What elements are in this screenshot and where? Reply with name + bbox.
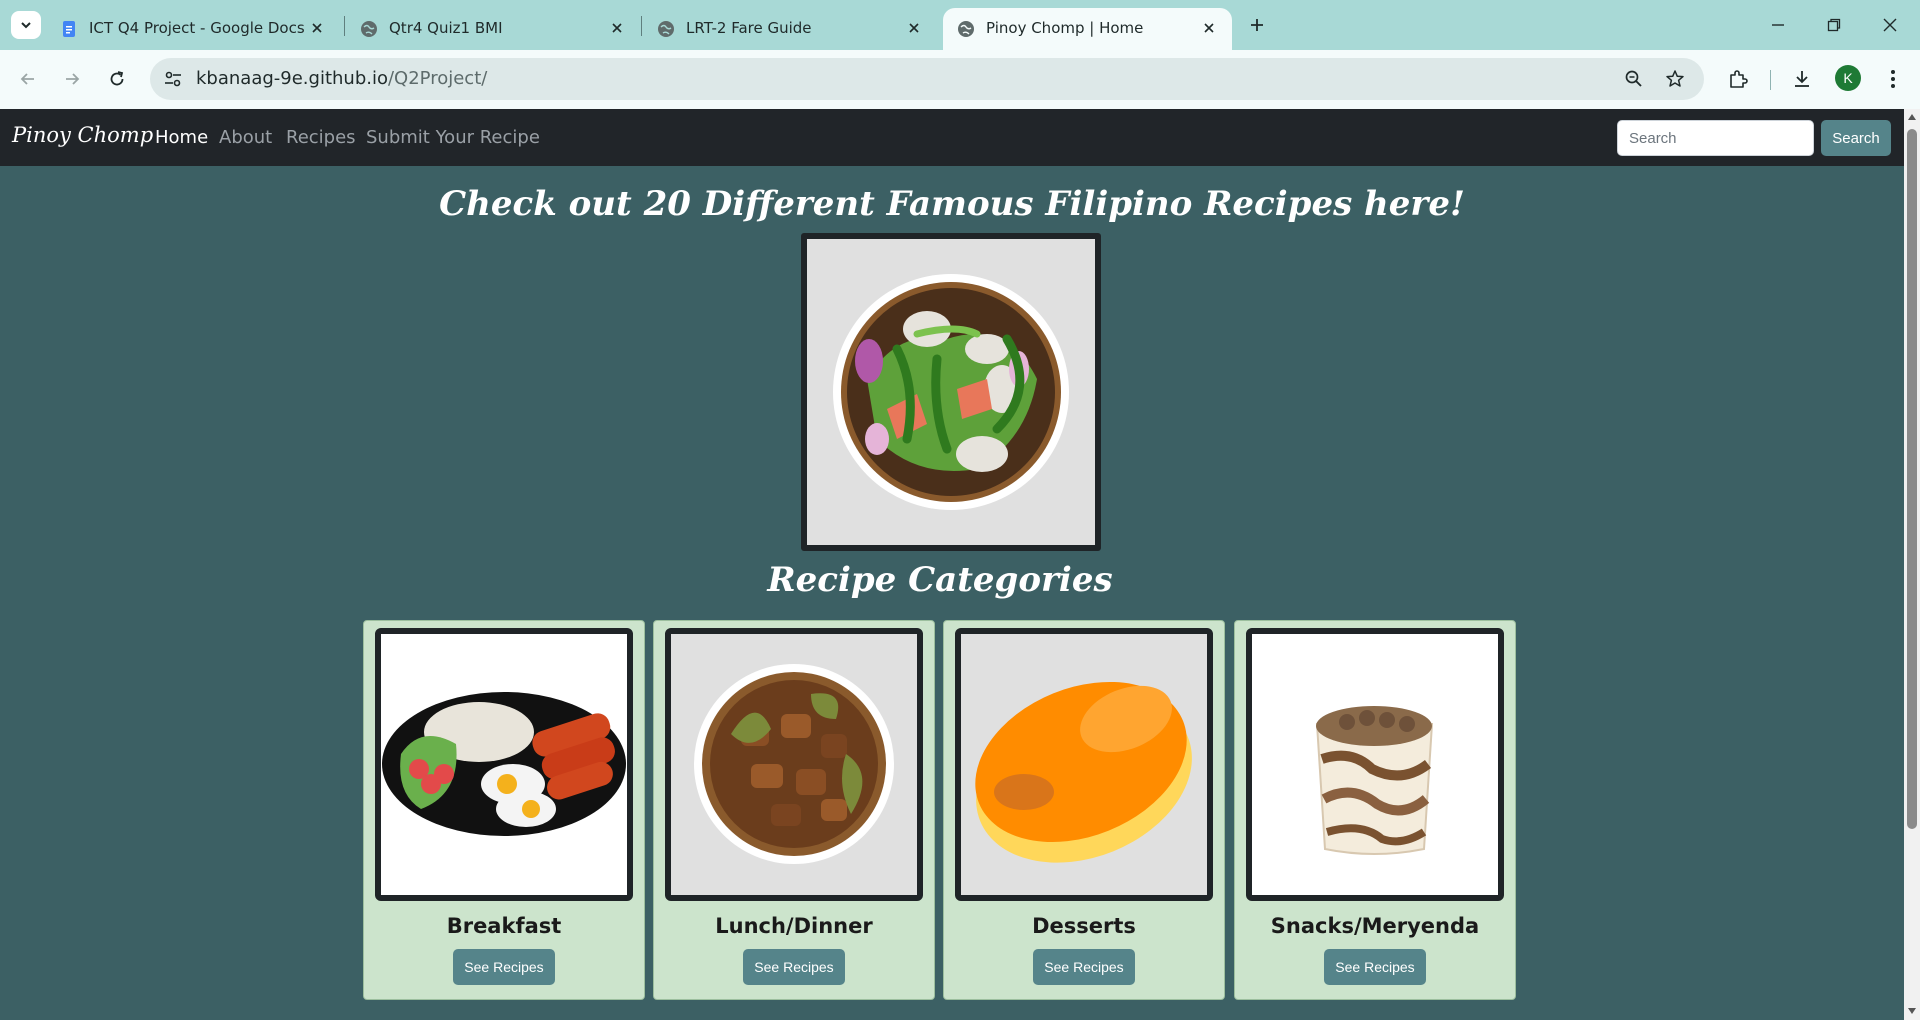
tab-title: ICT Q4 Project - Google Docs (89, 19, 305, 37)
reload-icon (110, 71, 124, 86)
close-icon[interactable] (608, 19, 626, 37)
category-image (1246, 628, 1504, 901)
see-recipes-button-breakfast[interactable]: See Recipes (453, 949, 555, 985)
tab-title: LRT-2 Fare Guide (686, 19, 812, 37)
see-recipes-button-desserts[interactable]: See Recipes (1033, 949, 1135, 985)
page-headline: Check out 20 Different Famous Filipino R… (439, 184, 1465, 224)
globe-icon (658, 21, 674, 37)
close-icon[interactable] (308, 19, 326, 37)
restore-icon (1827, 18, 1841, 32)
tab-lrt-fare-guide[interactable]: LRT-2 Fare Guide (643, 8, 937, 50)
window-close-button[interactable] (1877, 12, 1903, 38)
category-card-snacks-meryenda: Snacks/Meryenda See Recipes (1234, 620, 1516, 1000)
site-navbar: Pinoy Chomp Home About Recipes Submit Yo… (0, 109, 1904, 166)
tab-title: Qtr4 Quiz1 BMI (389, 19, 503, 37)
see-recipes-button-lunch-dinner[interactable]: See Recipes (743, 949, 845, 985)
nav-link-recipes[interactable]: Recipes (286, 127, 356, 148)
browser-toolbar: kbanaag-9e.github.io/Q2Project/ K (0, 50, 1920, 109)
puzzle-icon (1730, 70, 1748, 88)
scroll-up-arrow-icon[interactable] (1908, 114, 1916, 120)
categories-heading: Recipe Categories (767, 560, 1113, 600)
category-image (375, 628, 633, 901)
url-host: kbanaag-9e.github.io (196, 68, 388, 89)
category-card-lunch-dinner: Lunch/Dinner See Recipes (653, 620, 935, 1000)
new-tab-button[interactable] (1245, 13, 1269, 37)
tab-search-button[interactable] (11, 11, 41, 39)
category-card-desserts: Desserts See Recipes (943, 620, 1225, 1000)
extensions-button[interactable] (1725, 66, 1751, 92)
category-title: Desserts (1032, 914, 1136, 938)
star-icon (1666, 70, 1684, 87)
arrow-left-icon (20, 73, 34, 85)
url-path: /Q2Project/ (387, 68, 488, 89)
hero-image (801, 233, 1101, 551)
see-recipes-button-snacks-meryenda[interactable]: See Recipes (1324, 949, 1426, 985)
tab-google-docs[interactable]: ICT Q4 Project - Google Docs (46, 8, 340, 50)
restore-button[interactable] (1821, 12, 1847, 38)
tab-divider (641, 16, 642, 36)
download-icon (1795, 71, 1809, 87)
tab-title: Pinoy Chomp | Home (986, 19, 1144, 37)
browser-tab-bar: ICT Q4 Project - Google Docs Qtr4 Quiz1 … (0, 0, 1920, 50)
tab-bmi-quiz[interactable]: Qtr4 Quiz1 BMI (346, 8, 640, 50)
category-title: Snacks/Meryenda (1270, 914, 1480, 938)
close-icon[interactable] (1200, 19, 1218, 37)
adobo-bowl-illustration (694, 664, 894, 864)
category-card-breakfast: Breakfast See Recipes (363, 620, 645, 1000)
nav-link-submit-recipe[interactable]: Submit Your Recipe (366, 127, 540, 148)
toolbar-divider (1770, 70, 1771, 90)
category-title: Lunch/Dinner (715, 914, 873, 938)
scroll-down-arrow-icon[interactable] (1908, 1008, 1916, 1014)
category-image (955, 628, 1213, 901)
taho-cup-illustration (1315, 706, 1434, 855)
downloads-button[interactable] (1789, 66, 1815, 92)
close-icon (1883, 18, 1897, 32)
page-scrollbar[interactable] (1904, 109, 1920, 1020)
category-title: Breakfast (446, 914, 562, 938)
minimize-button[interactable] (1765, 12, 1791, 38)
tab-divider (344, 16, 345, 36)
profile-avatar[interactable]: K (1835, 65, 1861, 91)
bookmark-button[interactable] (1663, 67, 1687, 91)
search-input[interactable] (1617, 120, 1814, 156)
arrow-right-icon (66, 73, 80, 85)
plus-icon (1251, 19, 1263, 31)
nav-link-about[interactable]: About (219, 127, 272, 148)
site-brand[interactable]: Pinoy Chomp (12, 123, 153, 147)
globe-icon (958, 21, 974, 37)
zoom-button[interactable] (1622, 67, 1646, 91)
category-image (665, 628, 923, 901)
more-vertical-icon (1891, 70, 1895, 88)
search-button[interactable]: Search (1821, 120, 1891, 156)
pinakbet-bowl-illustration (833, 274, 1069, 510)
site-settings-icon[interactable] (162, 68, 184, 90)
forward-button[interactable] (58, 65, 86, 93)
address-bar[interactable]: kbanaag-9e.github.io/Q2Project/ (150, 58, 1704, 100)
reload-button[interactable] (103, 65, 131, 93)
browser-menu-button[interactable] (1880, 66, 1906, 92)
back-button[interactable] (14, 65, 42, 93)
leche-flan-illustration (975, 681, 1192, 863)
globe-icon (361, 21, 377, 37)
zoom-out-icon (1625, 70, 1642, 87)
silog-plate-illustration (382, 692, 626, 836)
url-text: kbanaag-9e.github.io/Q2Project/ (196, 68, 487, 89)
chevron-down-icon (21, 22, 31, 29)
close-icon[interactable] (905, 19, 923, 37)
tab-pinoy-chomp[interactable]: Pinoy Chomp | Home (943, 8, 1232, 50)
minimize-icon (1772, 24, 1784, 26)
scrollbar-thumb[interactable] (1907, 129, 1917, 829)
google-docs-icon (63, 21, 75, 37)
nav-link-home[interactable]: Home (155, 127, 208, 148)
